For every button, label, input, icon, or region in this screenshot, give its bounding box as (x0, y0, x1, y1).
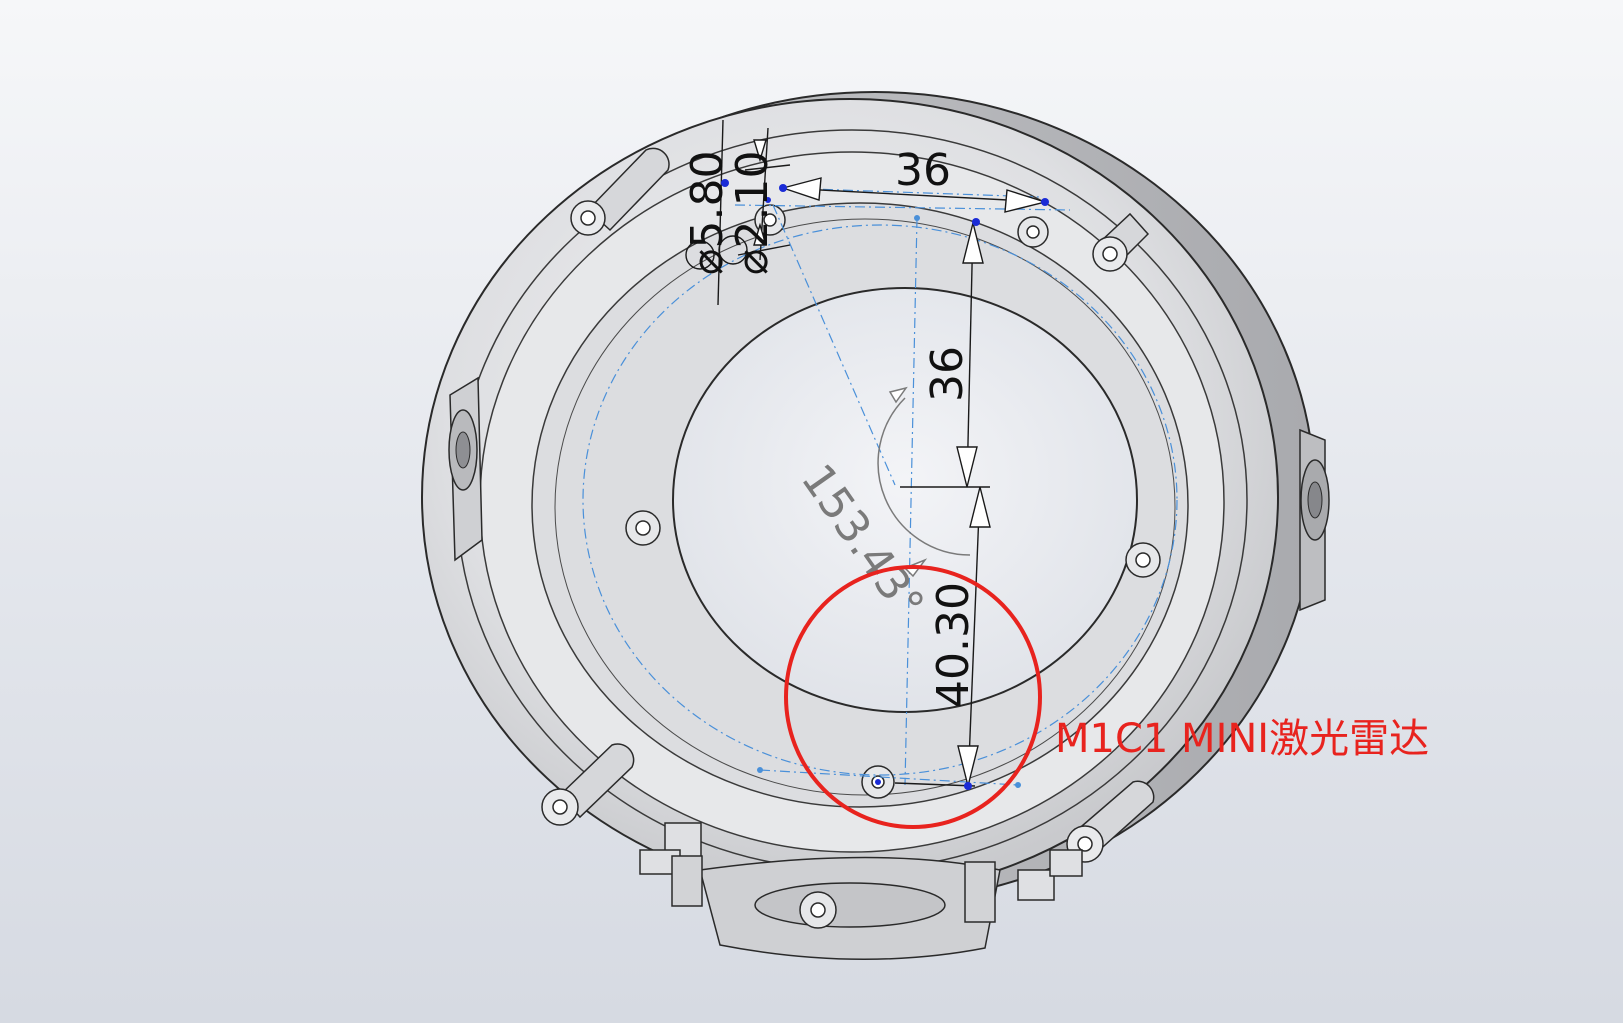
dimension-diameter-outer[interactable]: ⌀5.80 (682, 151, 733, 275)
dimension-diameter-inner[interactable]: ⌀2.10 (727, 151, 778, 275)
dimension-vertical-36[interactable]: 36 (922, 346, 973, 402)
dimension-horizontal-36[interactable]: 36 (895, 145, 951, 196)
side-bracket-left (448, 376, 483, 562)
dimension-offset-40-30[interactable]: 40.30 (928, 582, 979, 708)
annotation-label: M1C1 MINI激光雷达 (1055, 716, 1430, 762)
cad-viewport[interactable]: ⌀5.80 ⌀2.10 36 36 153.43° 40.30 M1C1 MIN… (0, 0, 1623, 1023)
cad-model-view[interactable]: ⌀5.80 ⌀2.10 36 36 153.43° 40.30 (0, 0, 1623, 1023)
side-bracket-right (1299, 428, 1330, 612)
